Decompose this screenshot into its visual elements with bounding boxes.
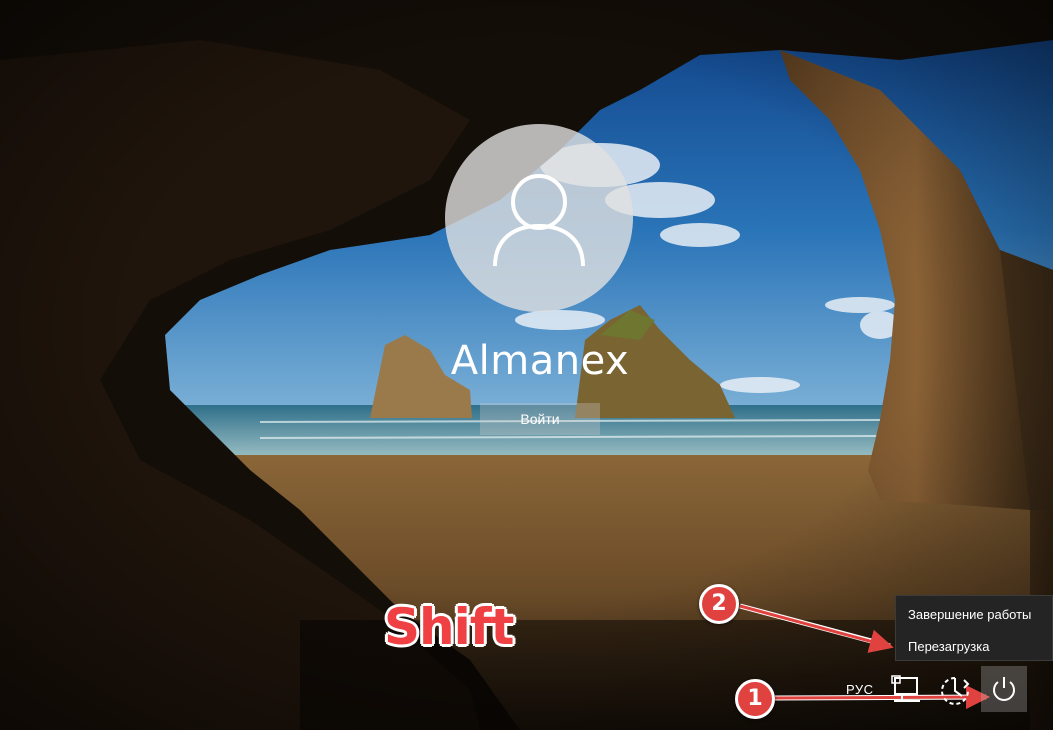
ease-of-access-icon[interactable] bbox=[938, 674, 972, 708]
shift-key-annotation: Shift bbox=[384, 598, 514, 656]
step-badge-2: 2 bbox=[699, 584, 739, 624]
step-badge-1: 1 bbox=[735, 679, 775, 719]
menu-item-restart[interactable]: Перезагрузка bbox=[896, 633, 1053, 661]
power-menu: Завершение работы Перезагрузка bbox=[895, 595, 1053, 661]
user-avatar bbox=[445, 124, 633, 312]
sign-in-button[interactable]: Войти bbox=[480, 403, 600, 435]
power-button[interactable] bbox=[981, 666, 1027, 712]
user-name: Almanex bbox=[450, 338, 630, 384]
power-icon bbox=[993, 677, 1015, 701]
network-icon[interactable] bbox=[890, 674, 924, 708]
menu-item-shutdown[interactable]: Завершение работы bbox=[896, 601, 1053, 629]
user-icon bbox=[493, 174, 585, 267]
input-language-indicator[interactable]: РУС bbox=[846, 682, 874, 697]
